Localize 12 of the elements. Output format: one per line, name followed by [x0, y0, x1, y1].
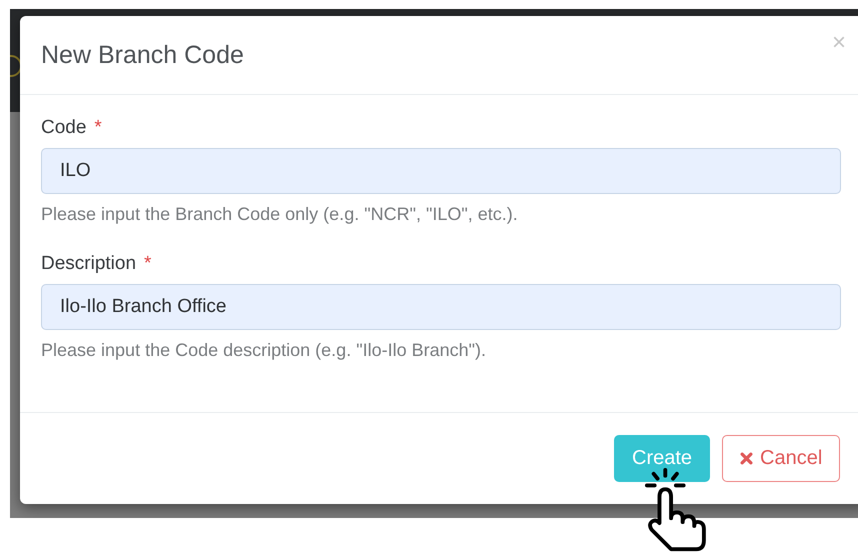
- field-label: Code: [41, 117, 86, 138]
- required-mark: *: [94, 117, 102, 138]
- help-text: Please input the Code description (e.g. "Ilo-Ilo Branch").: [41, 340, 488, 361]
- required-mark: *: [144, 253, 152, 274]
- close-icon: [740, 452, 754, 465]
- dialog-title: New Branch Code: [41, 40, 244, 70]
- create-button[interactable]: Create: [614, 435, 710, 482]
- field-label: Description: [41, 253, 136, 274]
- help-text: Please input the Branch Code only (e.g. "NCR", "ILO", etc.).: [41, 204, 519, 225]
- input-field[interactable]: Ilo-Ilo Branch Office: [41, 284, 841, 330]
- input-field[interactable]: ILO: [41, 148, 841, 194]
- cancel-button[interactable]: Cancel: [722, 435, 840, 482]
